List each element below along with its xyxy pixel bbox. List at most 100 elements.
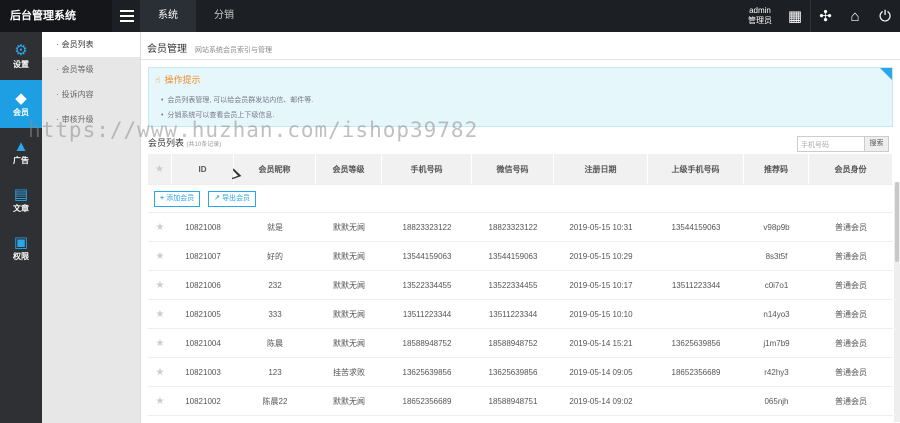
submenu-item-upgrade-review[interactable]: · 审核升级 [42,107,140,132]
settings-dots-icon[interactable]: ✣ [810,0,840,32]
cell-register-date: 2019-05-15 10:17 [569,280,633,290]
sidebar-item-members[interactable]: ◆ 会员 [0,80,42,128]
search-box: 手机号码 搜索 [797,136,889,152]
power-icon[interactable]: ⏻ [870,0,900,32]
cell-wechat: 18588948751 [488,396,538,406]
cell-nickname: 333 [268,309,282,319]
sidebar-item-ads[interactable]: ▲ 广告 [0,128,42,176]
home-icon[interactable]: ⌂ [840,0,870,32]
cell-nickname: 好的 [267,251,283,261]
app-title: 后台管理系统 [0,0,112,32]
col-nickname[interactable]: 会员昵称 [234,154,316,184]
page-title: 会员管理 [147,44,187,55]
cell-wechat: 13522334455 [488,280,538,290]
submenu-item-complaints[interactable]: · 投诉内容 [42,82,140,107]
cell-level: 默默无闻 [333,280,365,290]
submenu-item-member-list[interactable]: · 会员列表 [42,32,140,57]
table-actions: + 添加会员 ↗ 导出会员 [148,185,893,213]
tips-line: • 分销系统可以查看会员上下级信息. [161,112,275,119]
profile-card-icon[interactable]: ▦ [780,0,810,32]
plus-icon: + [160,194,165,202]
cell-register-date: 2019-05-15 10:10 [569,309,633,319]
table-row[interactable]: ★ 10821002 陈晨22 默默无闻 18652356689 18588948751 2… [148,387,893,416]
table-row[interactable]: ★ 10821006 232 默默无闻 13522334455 13522334455 20… [148,271,893,300]
sidebar-label: 会员 [13,108,29,117]
tips-panel: ☝ 操作提示 • 会员列表管理, 可以给会员群发站内信、邮件等. • 分销系统可以… [148,67,893,127]
cell-parent-phone: 13625639856 [671,338,721,348]
cell-identity: 普通会员 [835,251,867,261]
cell-phone: 13522334455 [402,280,452,290]
export-member-button[interactable]: ↗ 导出会员 [208,190,256,207]
hand-pointer-icon: ☝ [155,75,161,85]
user-info[interactable]: admin 管理员 [748,6,772,26]
cell-register-date: 2019-05-14 09:02 [569,396,633,406]
cell-register-date: 2019-05-14 09:05 [569,367,633,377]
cell-referral-code: c0i7o1 [764,280,789,290]
sidebar-label: 权限 [13,252,29,261]
tab-distribution[interactable]: 分销 [196,0,252,32]
document-icon: ▤ [13,186,29,203]
star-icon[interactable]: ★ [156,396,165,407]
star-icon[interactable]: ★ [156,367,165,378]
submenu-label: 会员等级 [61,65,94,74]
vertical-scrollbar[interactable] [894,182,900,422]
sub-menu: · 会员列表 · 会员等级 · 投诉内容 · 审核升级 [42,32,141,423]
sidebar-label: 广告 [13,156,29,165]
col-level[interactable]: 会员等级 [316,154,382,184]
submenu-label: 投诉内容 [61,90,94,99]
cell-referral-code: 065njh [764,396,789,406]
phone-search-input[interactable]: 手机号码 [797,136,865,152]
menu-toggle-icon[interactable] [120,10,134,22]
star-icon[interactable]: ★ [156,338,165,349]
cell-phone: 18588948752 [402,338,452,348]
table-row[interactable]: ★ 10821007 好的 默默无闻 13544159063 13544159063 201… [148,242,893,271]
sidebar-item-articles[interactable]: ▤ 文章 [0,176,42,224]
star-icon[interactable]: ★ [156,309,165,320]
star-icon[interactable]: ★ [156,251,165,262]
cell-nickname: 陈晨22 [262,396,288,406]
collapse-corner-icon[interactable] [880,68,892,80]
export-icon: ↗ [214,194,220,202]
col-parent-phone[interactable]: 上级手机号码 [648,154,744,184]
star-icon[interactable]: ★ [155,164,164,175]
gear-icon: ⚙ [14,42,28,59]
table-row[interactable]: ★ 10821003 123 挂苦求败 13625639856 13625639856 20… [148,358,893,387]
table-row[interactable]: ★ 10821004 陈晨 默默无闻 18588948752 18588948752 201… [148,329,893,358]
cell-level: 默默无闻 [333,251,365,261]
submenu-label: 审核升级 [61,115,94,124]
col-register-date[interactable]: 注册日期 [554,154,648,184]
star-icon[interactable]: ★ [156,222,165,233]
cell-id: 10821004 [185,338,221,348]
submenu-label: 会员列表 [61,40,94,49]
cell-id: 10821002 [185,396,221,406]
cell-referral-code: j1m7b9 [763,338,790,348]
cell-parent-phone [648,387,744,415]
col-referral-code[interactable]: 推荐码 [744,154,809,184]
sidebar-item-settings[interactable]: ⚙ 设置 [0,32,42,80]
member-table: ★ ID 会员昵称 会员等级 手机号码 微信号码 注册日期 上级手机号码 推荐码… [148,154,893,416]
cell-parent-phone: 13544159063 [671,222,721,232]
add-member-button[interactable]: + 添加会员 [154,190,201,207]
cell-phone: 13625639856 [402,367,452,377]
table-row[interactable]: ★ 10821008 就是 默默无闻 18823323122 18823323122 201… [148,213,893,242]
sidebar-item-permissions[interactable]: ▣ 权限 [0,224,42,272]
search-button[interactable]: 搜索 [865,136,889,152]
tab-system[interactable]: 系统 [140,0,196,32]
export-member-label: 导出会员 [221,194,250,202]
col-identity[interactable]: 会员身份 [809,154,893,184]
table-row[interactable]: ★ 10821005 333 默默无闻 13511223344 13511223344 20… [148,300,893,329]
star-icon[interactable]: ★ [156,280,165,291]
table-body: ★ 10821008 就是 默默无闻 18823323122 18823323122 201… [148,213,893,416]
col-id[interactable]: ID [172,154,234,184]
cell-id: 10821007 [185,251,221,261]
col-wechat[interactable]: 微信号码 [472,154,554,184]
cell-identity: 普通会员 [835,309,867,319]
scroll-thumb[interactable] [895,182,899,262]
sidebar-label: 文章 [13,204,29,213]
top-right-tools: admin 管理员 ▦ ✣ ⌂ ⏻ [748,0,900,32]
submenu-item-member-level[interactable]: · 会员等级 [42,57,140,82]
cell-wechat: 18823323122 [488,222,538,232]
col-phone[interactable]: 手机号码 [382,154,472,184]
cell-register-date: 2019-05-15 10:31 [569,222,633,232]
cell-id: 10821006 [185,280,221,290]
